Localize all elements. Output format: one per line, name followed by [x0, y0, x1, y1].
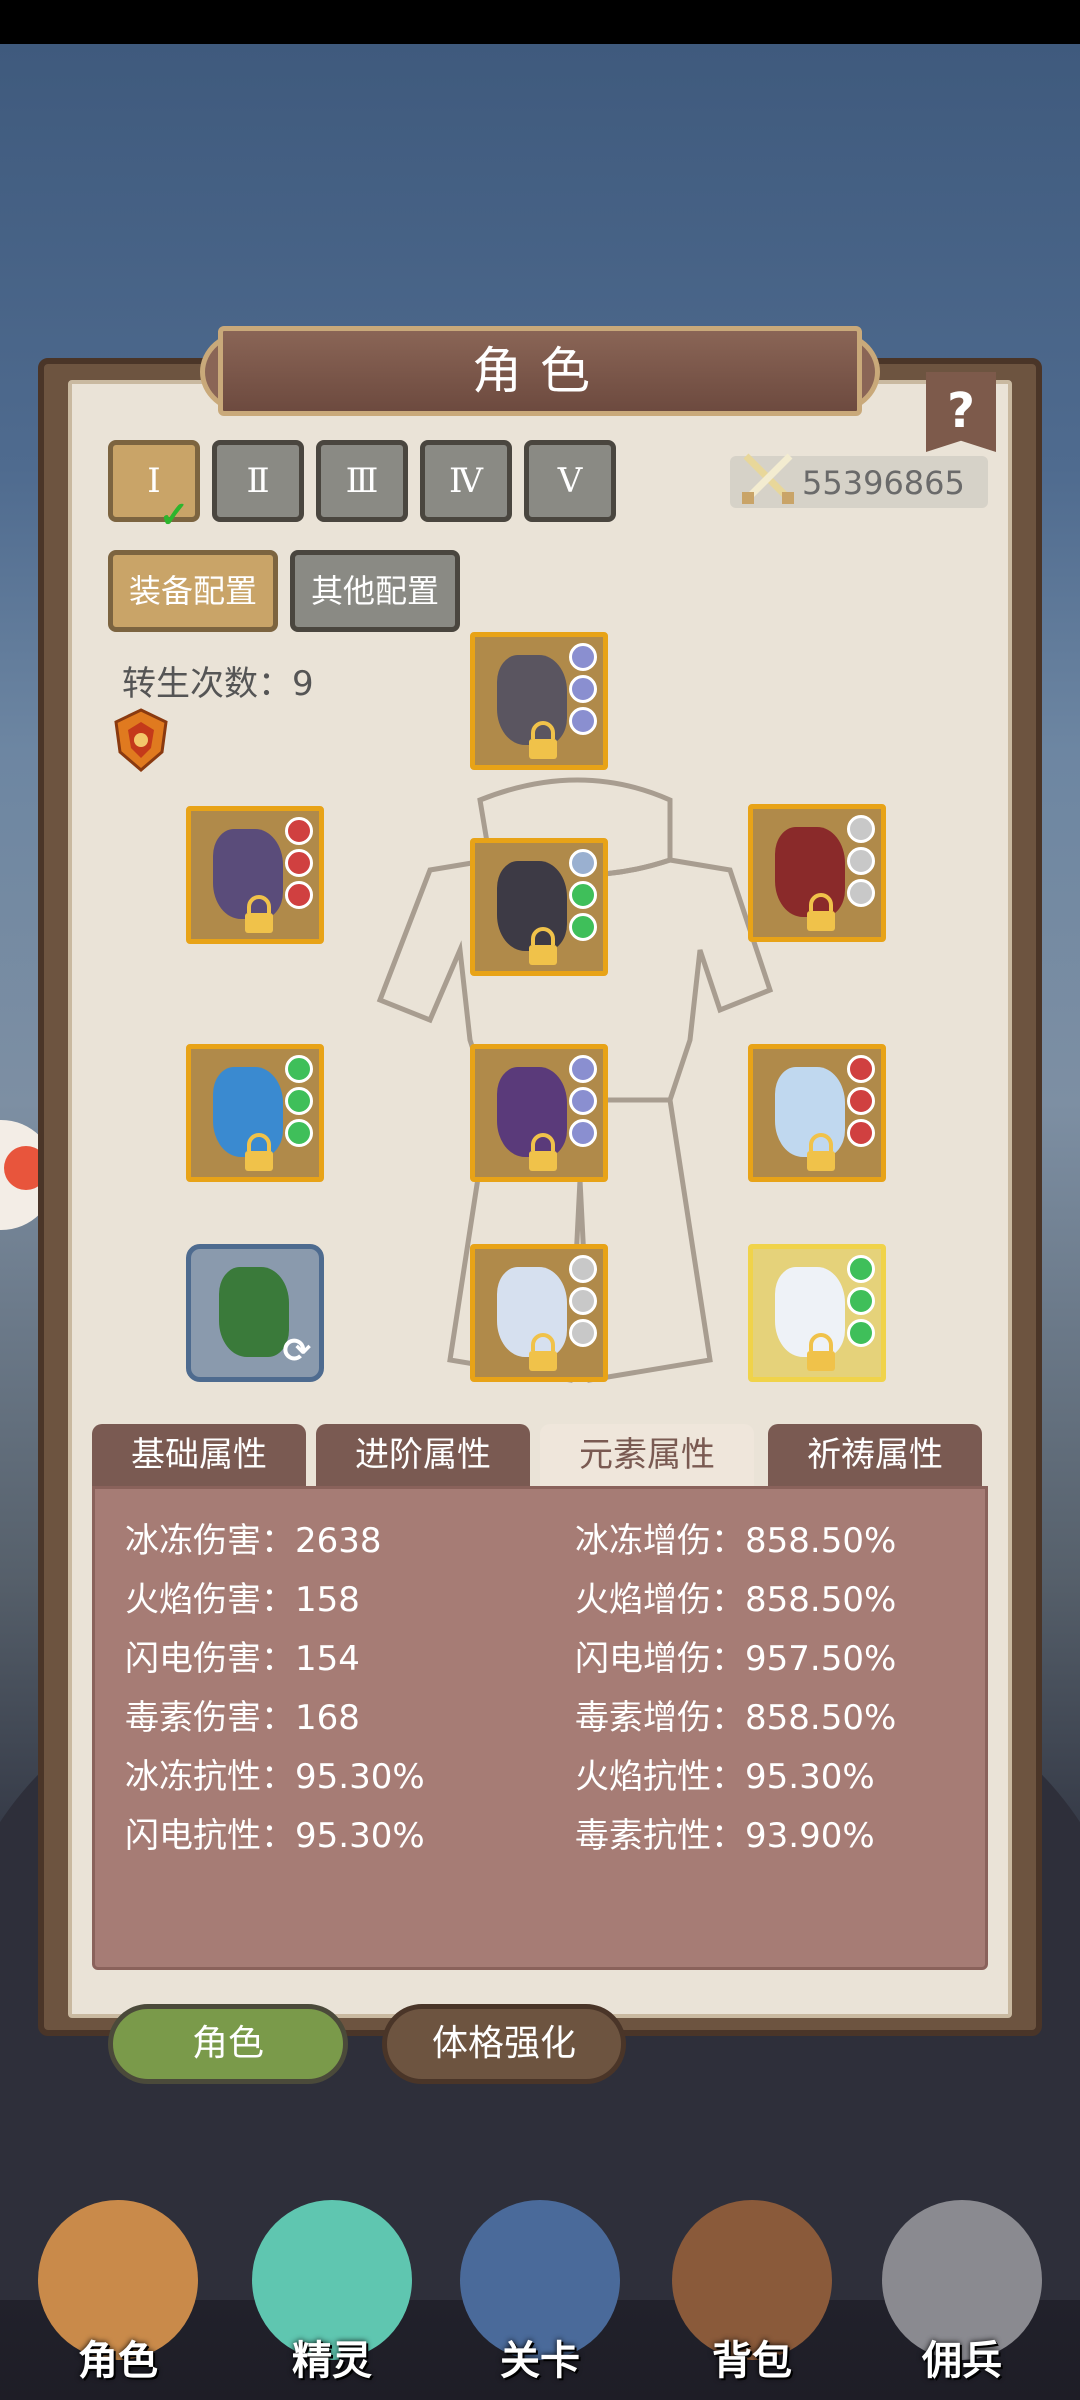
physique-enhance-button[interactable]: 体格强化	[382, 2004, 626, 2084]
stat-item: 闪电抗性：95.30%	[125, 1816, 425, 1856]
equip-slot-weapon[interactable]	[186, 806, 324, 944]
preset-tab-5[interactable]: Ⅴ	[524, 440, 616, 522]
nav-label: 精灵	[292, 2338, 372, 2384]
gem-icon	[569, 643, 597, 671]
nav-label: 佣兵	[922, 2338, 1002, 2384]
gem-icon	[847, 815, 875, 843]
gem-icon	[569, 1055, 597, 1083]
stat-item: 冰冻伤害：2638	[125, 1521, 382, 1561]
gem-icon	[569, 1119, 597, 1147]
gem-icon	[285, 849, 313, 877]
lock-icon	[245, 1133, 273, 1171]
combat-power-value: 55396865	[802, 464, 965, 502]
preset-tab-label: Ⅲ	[345, 461, 379, 501]
refresh-icon: ⟳	[282, 1331, 312, 1371]
equip-slot-shoulder[interactable]	[748, 804, 886, 942]
lock-icon	[529, 721, 557, 759]
gem-icon	[847, 1287, 875, 1315]
equip-slot-relic[interactable]	[748, 1244, 886, 1382]
preset-tab-2[interactable]: Ⅱ	[212, 440, 304, 522]
gem-icon	[569, 849, 597, 877]
stat-item: 冰冻抗性：95.30%	[125, 1757, 425, 1797]
gem-icon	[285, 881, 313, 909]
preset-tab-label: Ⅴ	[557, 461, 583, 501]
nav-label: 角色	[78, 2338, 158, 2384]
other-config-button[interactable]: 其他配置	[290, 550, 460, 632]
equip-slot-belt[interactable]	[470, 1044, 608, 1182]
gem-icon	[847, 847, 875, 875]
stat-item: 火焰抗性：95.30%	[575, 1757, 875, 1797]
nav-label: 背包	[712, 2338, 792, 2384]
gem-icon	[569, 881, 597, 909]
tab-basic-attributes[interactable]: 基础属性	[92, 1424, 306, 1488]
character-tab-button[interactable]: 角色	[108, 2004, 348, 2084]
nav-item-backpack[interactable]: 背包	[654, 2180, 850, 2390]
gem-icon	[285, 1119, 313, 1147]
gem-icon	[569, 1087, 597, 1115]
equip-slot-cloak[interactable]: ⟳	[186, 1244, 324, 1382]
gem-icon	[569, 707, 597, 735]
nav-label: 关卡	[500, 2338, 580, 2384]
gem-icon	[569, 1255, 597, 1283]
stat-item: 毒素增伤：858.50%	[575, 1698, 897, 1738]
gem-icon	[569, 1319, 597, 1347]
stat-item: 毒素抗性：93.90%	[575, 1816, 875, 1856]
lock-icon	[807, 893, 835, 931]
stat-item: 冰冻增伤：858.50%	[575, 1521, 897, 1561]
stat-item: 火焰增伤：858.50%	[575, 1580, 897, 1620]
preset-tab-label: Ⅱ	[246, 461, 270, 501]
stat-item: 毒素伤害：168	[125, 1698, 360, 1738]
lock-icon	[245, 895, 273, 933]
preset-tab-1[interactable]: Ⅰ ✓	[108, 440, 200, 536]
tab-advanced-attributes[interactable]: 进阶属性	[316, 1424, 530, 1488]
gem-icon	[285, 1087, 313, 1115]
preset-tab-4[interactable]: Ⅳ	[420, 440, 512, 522]
lock-icon	[807, 1133, 835, 1171]
nav-item-spirit[interactable]: 精灵	[234, 2180, 430, 2390]
stats-panel: 冰冻伤害：2638 火焰伤害：158 闪电伤害：154 毒素伤害：168 冰冻抗…	[92, 1486, 988, 1970]
help-button[interactable]: ?	[926, 372, 996, 452]
nav-item-character[interactable]: 角色	[20, 2180, 216, 2390]
page-title: 角色	[218, 326, 862, 416]
equip-slot-helmet[interactable]	[470, 632, 608, 770]
bottom-navigation: 角色 精灵 关卡 背包 佣兵	[0, 2180, 1080, 2400]
gem-icon	[847, 1055, 875, 1083]
stat-item: 闪电增伤：957.50%	[575, 1639, 897, 1679]
gem-icon	[847, 879, 875, 907]
equip-slot-crystal[interactable]	[748, 1044, 886, 1182]
gem-icon	[569, 675, 597, 703]
stat-item: 火焰伤害：158	[125, 1580, 360, 1620]
preset-tab-3[interactable]: Ⅲ	[316, 440, 408, 522]
equip-slot-boots[interactable]	[470, 1244, 608, 1382]
nav-item-stage[interactable]: 关卡	[442, 2180, 638, 2390]
lock-icon	[529, 927, 557, 965]
gem-icon	[847, 1119, 875, 1147]
equipment-config-button[interactable]: 装备配置	[108, 550, 278, 632]
gem-icon	[285, 817, 313, 845]
gem-icon	[847, 1255, 875, 1283]
lock-icon	[529, 1133, 557, 1171]
lock-icon	[529, 1333, 557, 1371]
status-bar	[0, 0, 1080, 44]
cloak-icon	[219, 1267, 289, 1357]
gem-icon	[285, 1055, 313, 1083]
stat-item: 闪电伤害：154	[125, 1639, 360, 1679]
gem-icon	[569, 913, 597, 941]
gem-icon	[569, 1287, 597, 1315]
gem-icon	[847, 1319, 875, 1347]
gem-icon	[847, 1087, 875, 1115]
lock-icon	[807, 1333, 835, 1371]
check-icon: ✓	[159, 494, 190, 536]
preset-tab-label: Ⅳ	[449, 461, 483, 501]
tab-prayer-attributes[interactable]: 祈祷属性	[768, 1424, 982, 1488]
rebirth-count: 转生次数：9	[122, 664, 314, 704]
rebirth-badge-icon[interactable]	[112, 708, 170, 772]
crossed-swords-icon	[742, 453, 794, 504]
tab-element-attributes[interactable]: 元素属性	[540, 1424, 754, 1488]
equip-slot-gem[interactable]	[186, 1044, 324, 1182]
equip-slot-armor[interactable]	[470, 838, 608, 976]
nav-item-mercenary[interactable]: 佣兵	[864, 2180, 1060, 2390]
